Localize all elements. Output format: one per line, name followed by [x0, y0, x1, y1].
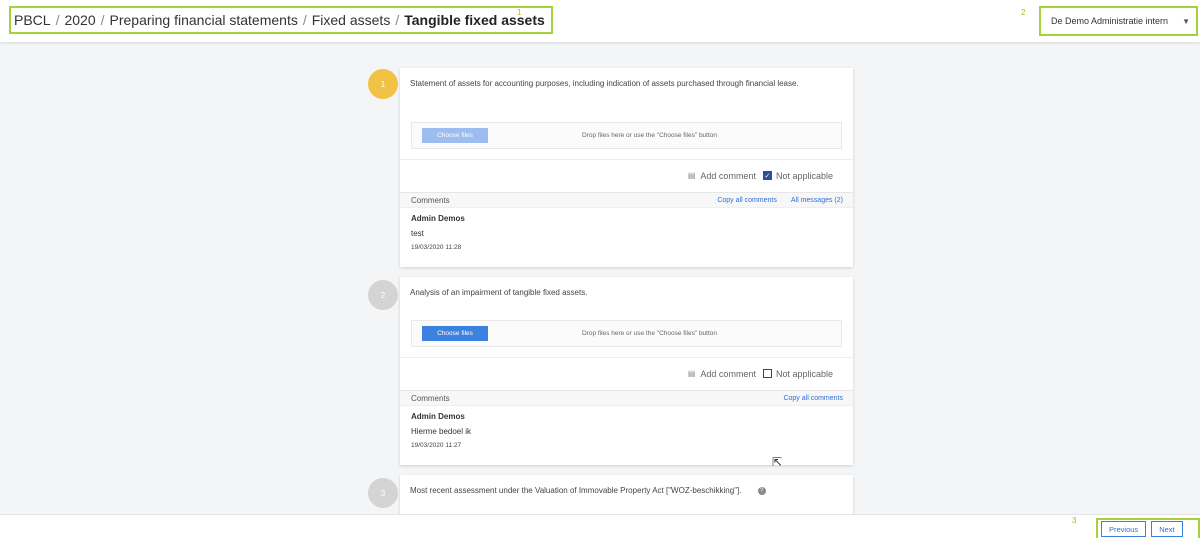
- step-number-3: 3: [368, 478, 398, 508]
- card-actions: ▤ Add comment Not applicable: [400, 357, 853, 389]
- document-request-card: Most recent assessment under the Valuati…: [400, 475, 853, 514]
- add-comment-link[interactable]: Add comment: [700, 171, 756, 181]
- not-applicable-checkbox[interactable]: [762, 369, 772, 378]
- request-description: Statement of assets for accounting purpo…: [410, 79, 799, 88]
- not-applicable-label: Not applicable: [775, 170, 833, 181]
- comments-section: Comments Copy all comments Admin Demos H…: [400, 390, 853, 455]
- document-request-card: Analysis of an impairment of tangible fi…: [400, 277, 853, 465]
- all-messages-link[interactable]: All messages (2): [791, 197, 843, 204]
- comment: Admin Demos Hierme bedoel ik 19/03/2020 …: [400, 406, 853, 455]
- organization-select[interactable]: De Demo Administratie intern ▼: [1039, 6, 1198, 36]
- breadcrumb-item-year[interactable]: 2020: [64, 12, 95, 28]
- comments-title: Comments: [411, 195, 450, 205]
- drop-hint: Drop files here or use the "Choose files…: [581, 132, 718, 139]
- comments-section: Comments Copy all comments All messages …: [400, 192, 853, 257]
- breadcrumb-separator: /: [302, 12, 307, 28]
- not-applicable-label: Not applicable: [775, 368, 833, 379]
- navigation-buttons: Previous Next: [1096, 518, 1200, 538]
- annotation-marker-1: 1: [517, 8, 522, 17]
- card-actions: ▤ Add comment ✓ Not applicable: [400, 159, 853, 191]
- comment-icon[interactable]: ▤: [688, 171, 696, 180]
- drop-hint: Drop files here or use the "Choose files…: [581, 330, 718, 337]
- top-bar: PBCL / 2020 / Preparing financial statem…: [0, 0, 1200, 42]
- comment-author: Admin Demos: [411, 214, 465, 223]
- comment: Admin Demos test 19/03/2020 11:28: [400, 208, 853, 257]
- comment-timestamp: 19/03/2020 11:27: [411, 442, 462, 449]
- choose-files-button[interactable]: Choose files: [422, 128, 488, 143]
- request-description: Most recent assessment under the Valuati…: [400, 475, 853, 497]
- document-request-card: Statement of assets for accounting purpo…: [400, 68, 853, 267]
- footer-bar: 3 Previous Next: [0, 514, 1200, 538]
- comment-text: test: [411, 229, 424, 238]
- request-description-text: Most recent assessment under the Valuati…: [410, 486, 742, 495]
- comments-title: Comments: [411, 393, 450, 403]
- help-icon[interactable]: ?: [757, 486, 766, 495]
- copy-all-comments-link[interactable]: Copy all comments: [783, 395, 843, 402]
- step-number-1: 1: [368, 69, 398, 99]
- comment-author: Admin Demos: [411, 412, 465, 421]
- copy-all-comments-link[interactable]: Copy all comments: [717, 197, 777, 204]
- breadcrumb: PBCL / 2020 / Preparing financial statem…: [9, 6, 553, 34]
- comment-icon[interactable]: ▤: [688, 369, 696, 378]
- request-description: Analysis of an impairment of tangible fi…: [410, 288, 588, 297]
- not-applicable-checkbox[interactable]: ✓: [762, 171, 772, 180]
- comment-timestamp: 19/03/2020 11:28: [411, 244, 462, 251]
- breadcrumb-current: Tangible fixed assets: [404, 12, 545, 28]
- next-button[interactable]: Next: [1151, 521, 1183, 537]
- mouse-cursor-icon: ⇱: [772, 455, 783, 469]
- file-dropzone[interactable]: Choose files Drop files here or use the …: [411, 122, 842, 149]
- breadcrumb-separator: /: [55, 12, 60, 28]
- main-content: 1 Statement of assets for accounting pur…: [0, 42, 1200, 514]
- previous-button[interactable]: Previous: [1101, 521, 1147, 537]
- breadcrumb-item-preparing[interactable]: Preparing financial statements: [110, 12, 298, 28]
- comments-header: Comments Copy all comments: [400, 391, 853, 406]
- organization-select-value: De Demo Administratie intern: [1051, 16, 1169, 26]
- annotation-marker-3: 3: [1072, 516, 1077, 525]
- chevron-down-icon: ▼: [1182, 16, 1190, 26]
- comment-text: Hierme bedoel ik: [411, 427, 472, 436]
- step-number-2: 2: [368, 280, 398, 310]
- breadcrumb-separator: /: [100, 12, 105, 28]
- file-dropzone[interactable]: Choose files Drop files here or use the …: [411, 320, 842, 347]
- breadcrumb-separator: /: [395, 12, 400, 28]
- breadcrumb-item-pbcl[interactable]: PBCL: [14, 12, 51, 28]
- choose-files-button[interactable]: Choose files: [422, 326, 488, 341]
- add-comment-link[interactable]: Add comment: [700, 369, 756, 379]
- annotation-marker-2: 2: [1021, 8, 1026, 17]
- comments-header: Comments Copy all comments All messages …: [400, 193, 853, 208]
- breadcrumb-item-fixed-assets[interactable]: Fixed assets: [312, 12, 391, 28]
